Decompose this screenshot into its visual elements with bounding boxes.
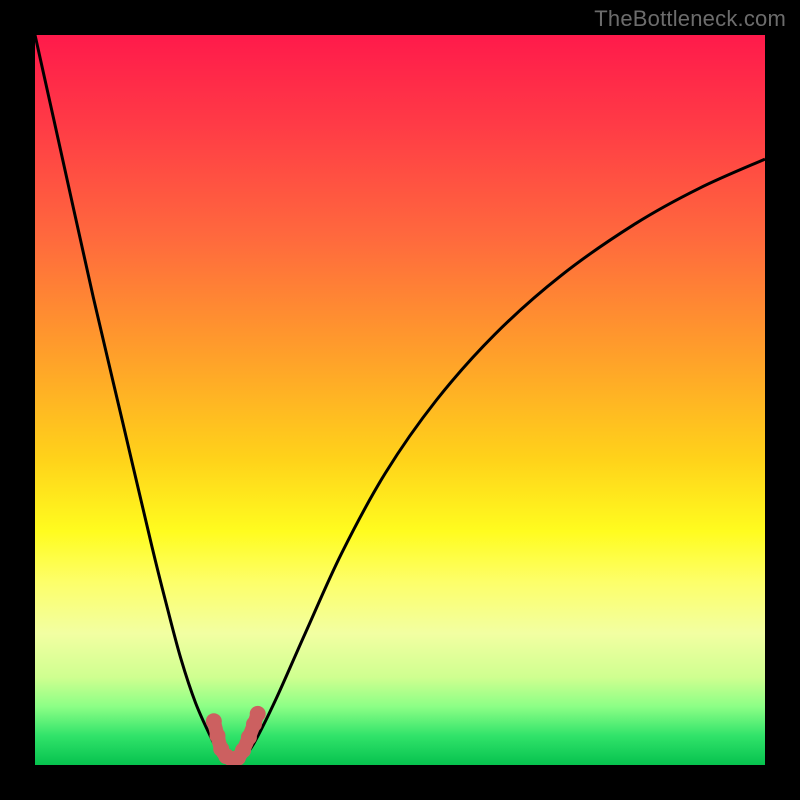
curve-layer	[35, 35, 765, 765]
watermark-text: TheBottleneck.com	[594, 6, 786, 32]
curve-left-branch	[35, 35, 229, 758]
valley-dot	[206, 713, 222, 729]
valley-dot	[250, 706, 266, 722]
plot-area	[35, 35, 765, 765]
chart-frame: TheBottleneck.com	[0, 0, 800, 800]
curve-right-branch	[243, 159, 765, 758]
